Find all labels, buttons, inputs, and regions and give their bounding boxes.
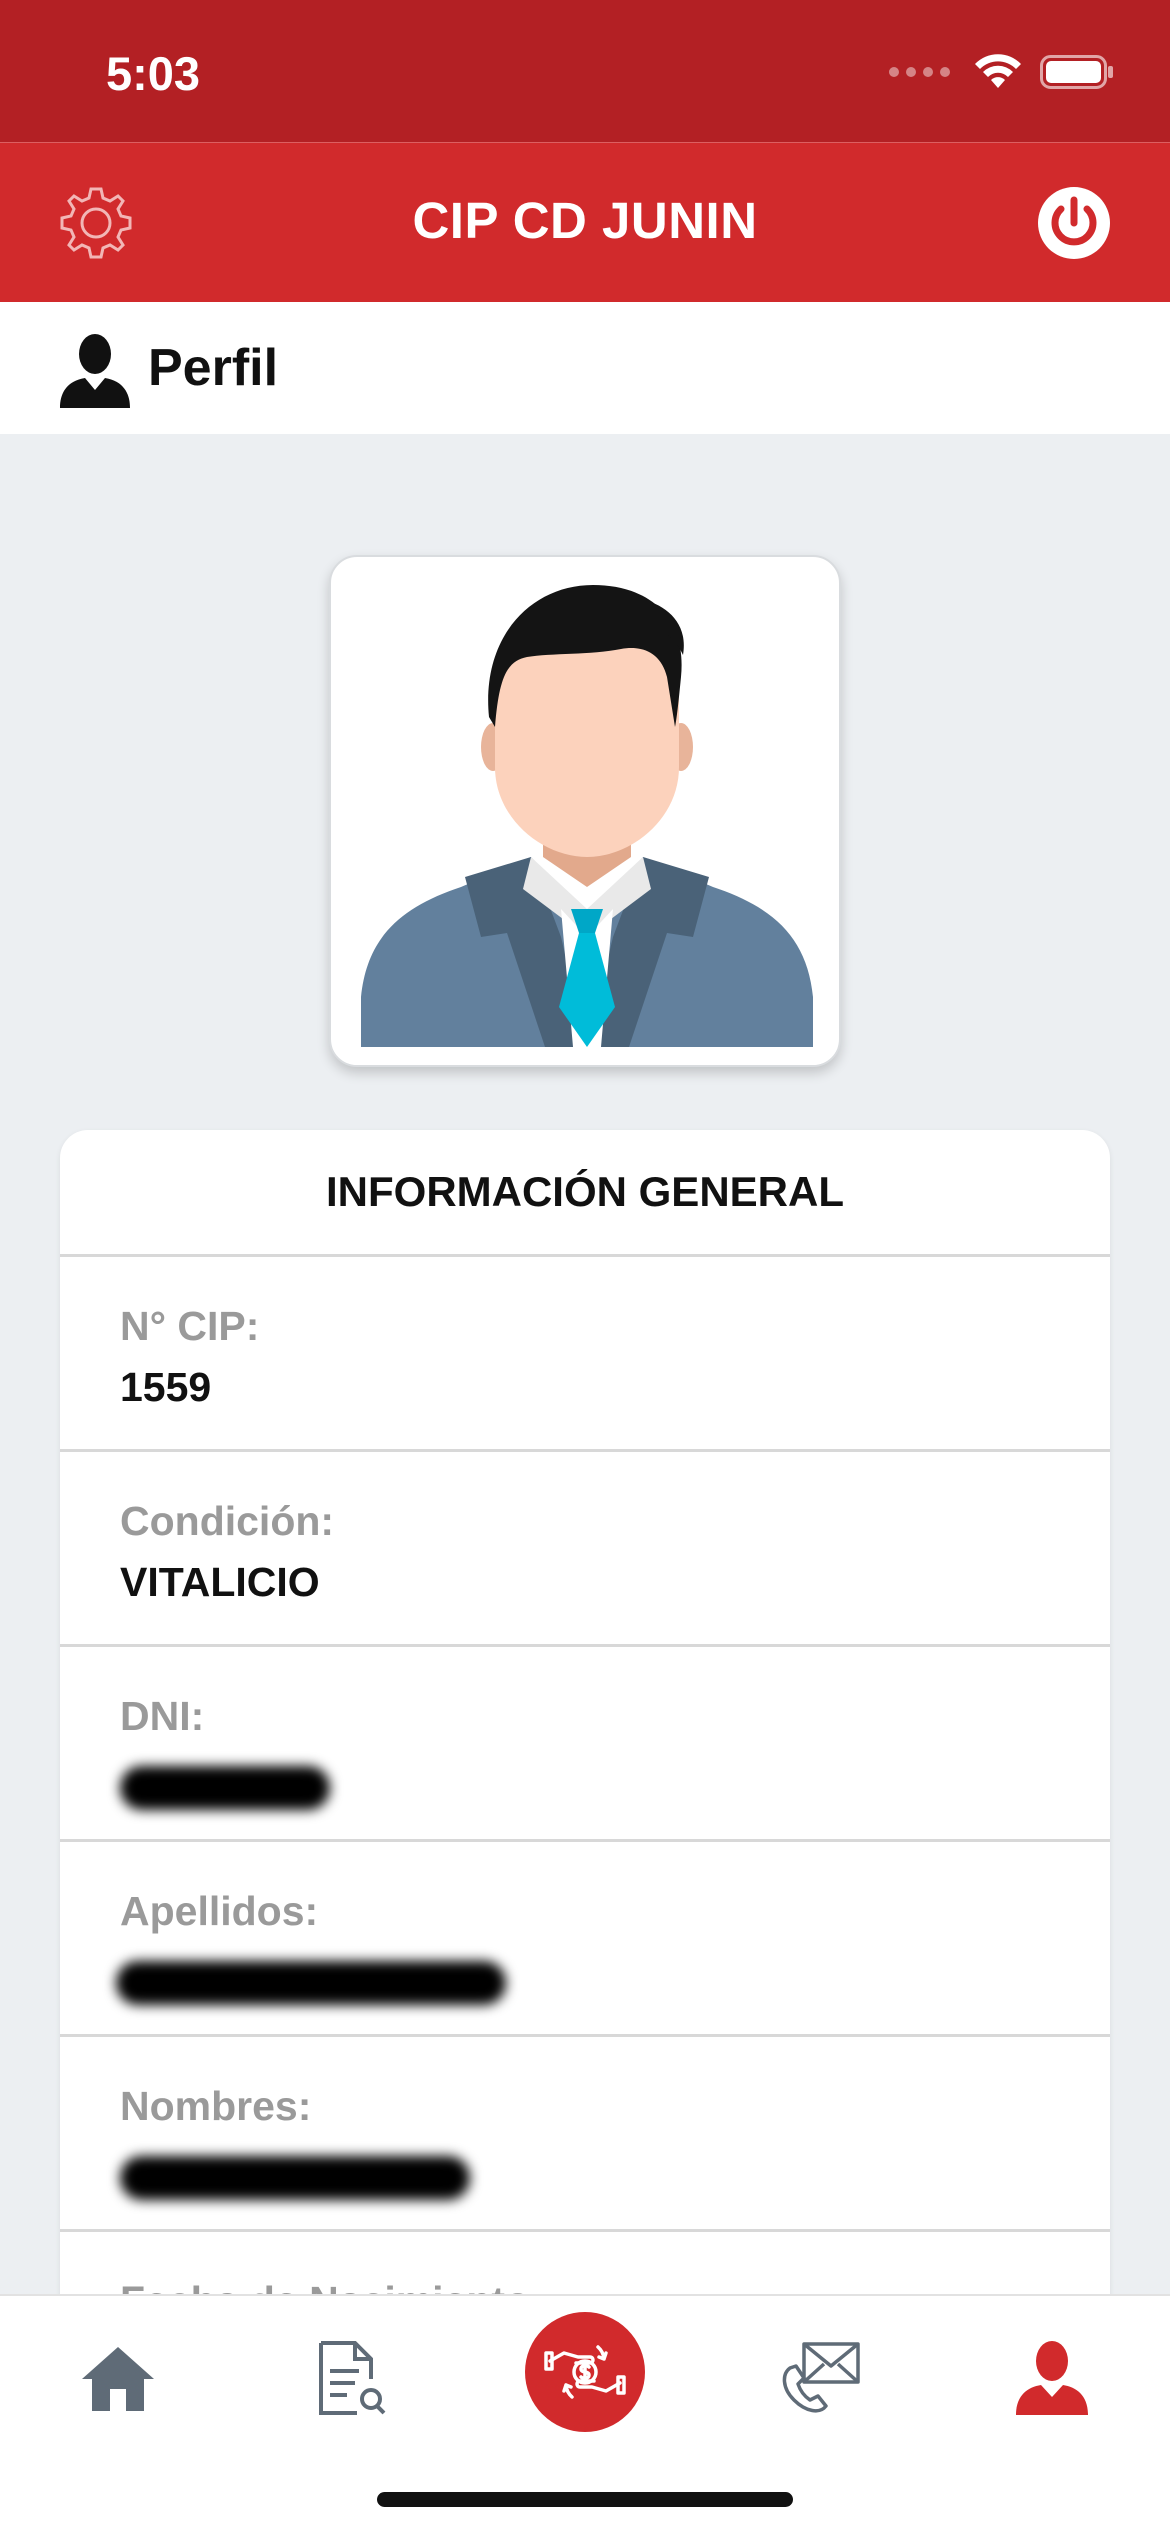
info-label: N° CIP: [120, 1303, 260, 1349]
app-header: CIP CD JUNIN [0, 142, 1170, 302]
redacted-value [116, 1961, 506, 2005]
info-value: VITALICIO [120, 1559, 320, 1605]
home-icon [82, 2347, 154, 2411]
section-title: Perfil [148, 339, 279, 397]
status-indicators [889, 54, 1114, 90]
info-label: Nombres: [120, 2083, 312, 2129]
info-row-condicion: Condición: VITALICIO [60, 1452, 1110, 1647]
power-icon [1038, 187, 1110, 259]
tab-documents[interactable] [302, 2328, 402, 2428]
info-row-dni: DNI: [60, 1647, 1110, 1842]
page-title: CIP CD JUNIN [412, 192, 758, 249]
info-value: 1559 [120, 1364, 212, 1410]
redacted-value [120, 1766, 330, 1810]
battery-icon [1040, 55, 1113, 89]
section-header: Perfil [0, 302, 1170, 434]
tab-payments[interactable] [525, 2312, 645, 2432]
tab-contact[interactable] [770, 2328, 870, 2428]
avatar-illustration [331, 585, 839, 1065]
signal-icon [889, 67, 950, 77]
logout-button[interactable] [1034, 183, 1114, 263]
info-row-apellidos: Apellidos: [60, 1842, 1110, 2037]
status-bar: 5:03 [0, 0, 1170, 142]
wifi-icon [975, 54, 1021, 88]
status-time: 5:03 [106, 47, 201, 100]
tab-home[interactable] [68, 2328, 168, 2428]
info-label: DNI: [120, 1693, 205, 1739]
payment-icon [544, 2345, 626, 2399]
tab-profile[interactable] [1002, 2328, 1102, 2428]
redacted-value [120, 2156, 470, 2200]
home-indicator[interactable] [377, 2492, 793, 2507]
user-icon [60, 334, 130, 408]
document-search-icon [319, 2341, 386, 2415]
info-label: Apellidos: [120, 1888, 319, 1934]
info-row-nombres: Nombres: [60, 2037, 1110, 2232]
contact-icon [782, 2342, 860, 2413]
info-row-cip: N° CIP: 1559 [60, 1257, 1110, 1452]
info-label: Condición: [120, 1498, 335, 1544]
profile-icon [1016, 2341, 1088, 2415]
info-card-title: INFORMACIÓN GENERAL [60, 1130, 1110, 1257]
avatar [329, 555, 841, 1067]
